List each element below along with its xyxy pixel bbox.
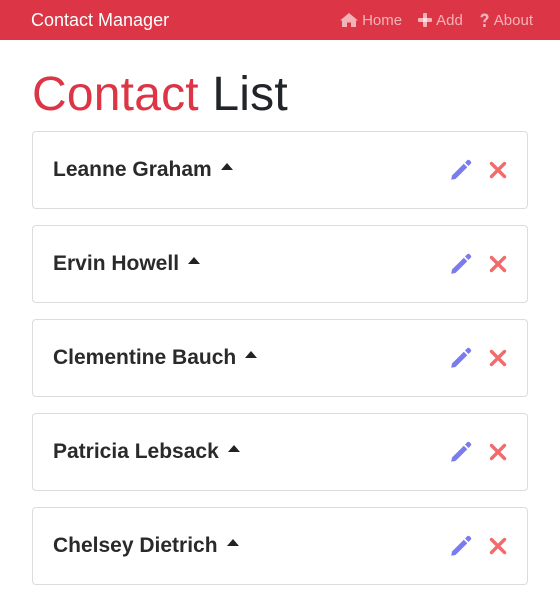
pencil-icon[interactable] <box>449 346 473 370</box>
contact-name-row: Chelsey Dietrich <box>53 534 239 558</box>
contact-name-row: Ervin Howell <box>53 252 201 276</box>
contact-card: Patricia Lebsack <box>32 413 528 491</box>
contact-name: Chelsey Dietrich <box>53 534 218 557</box>
nav-links: Home Add About <box>340 12 533 29</box>
contact-name: Clementine Bauch <box>53 346 237 369</box>
contact-actions <box>449 346 507 370</box>
caret-up-icon[interactable] <box>188 256 201 264</box>
contact-actions <box>449 534 507 558</box>
times-icon[interactable] <box>489 161 507 179</box>
pencil-icon[interactable] <box>449 440 473 464</box>
page-title-accent: Contact <box>32 68 199 121</box>
contact-name-row: Clementine Bauch <box>53 346 258 370</box>
caret-up-icon[interactable] <box>245 350 258 358</box>
nav-link-add[interactable]: Add <box>418 12 463 29</box>
contact-card: Ervin Howell <box>32 225 528 303</box>
pencil-icon[interactable] <box>449 534 473 558</box>
contact-card: Clementine Bauch <box>32 319 528 397</box>
contact-card: Chelsey Dietrich <box>32 507 528 585</box>
page-title-rest: List <box>212 68 288 121</box>
nav-link-label: Add <box>436 11 463 29</box>
contact-actions <box>449 158 507 182</box>
contact-name-row: Patricia Lebsack <box>53 440 240 464</box>
nav-link-label: Home <box>362 11 403 29</box>
home-icon <box>340 13 359 27</box>
contact-card: Leanne Graham <box>32 131 528 209</box>
times-icon[interactable] <box>489 255 507 273</box>
page-title: Contact List <box>32 60 528 130</box>
nav-link-home[interactable]: Home <box>340 12 402 29</box>
times-icon[interactable] <box>489 537 507 555</box>
brand-link[interactable]: Contact Manager <box>31 10 169 31</box>
contact-actions <box>449 440 507 464</box>
times-icon[interactable] <box>489 443 507 461</box>
contact-name: Leanne Graham <box>53 158 212 181</box>
question-icon <box>480 13 489 27</box>
contact-name: Patricia Lebsack <box>53 440 219 463</box>
pencil-icon[interactable] <box>449 158 473 182</box>
main-content: Contact List Leanne Graham Ervin Howell <box>0 60 560 585</box>
caret-up-icon[interactable] <box>220 162 233 170</box>
caret-up-icon[interactable] <box>226 538 239 546</box>
contact-name-row: Leanne Graham <box>53 158 233 182</box>
contact-actions <box>449 252 507 276</box>
navbar: Contact Manager Home Add About <box>0 0 560 40</box>
contact-list: Leanne Graham Ervin Howell Clementine Ba… <box>32 131 528 585</box>
contact-name: Ervin Howell <box>53 252 180 275</box>
caret-up-icon[interactable] <box>227 444 240 452</box>
plus-icon <box>418 13 433 27</box>
pencil-icon[interactable] <box>449 252 473 276</box>
nav-link-about[interactable]: About <box>479 12 533 29</box>
times-icon[interactable] <box>489 349 507 367</box>
nav-link-label: About <box>493 11 533 29</box>
